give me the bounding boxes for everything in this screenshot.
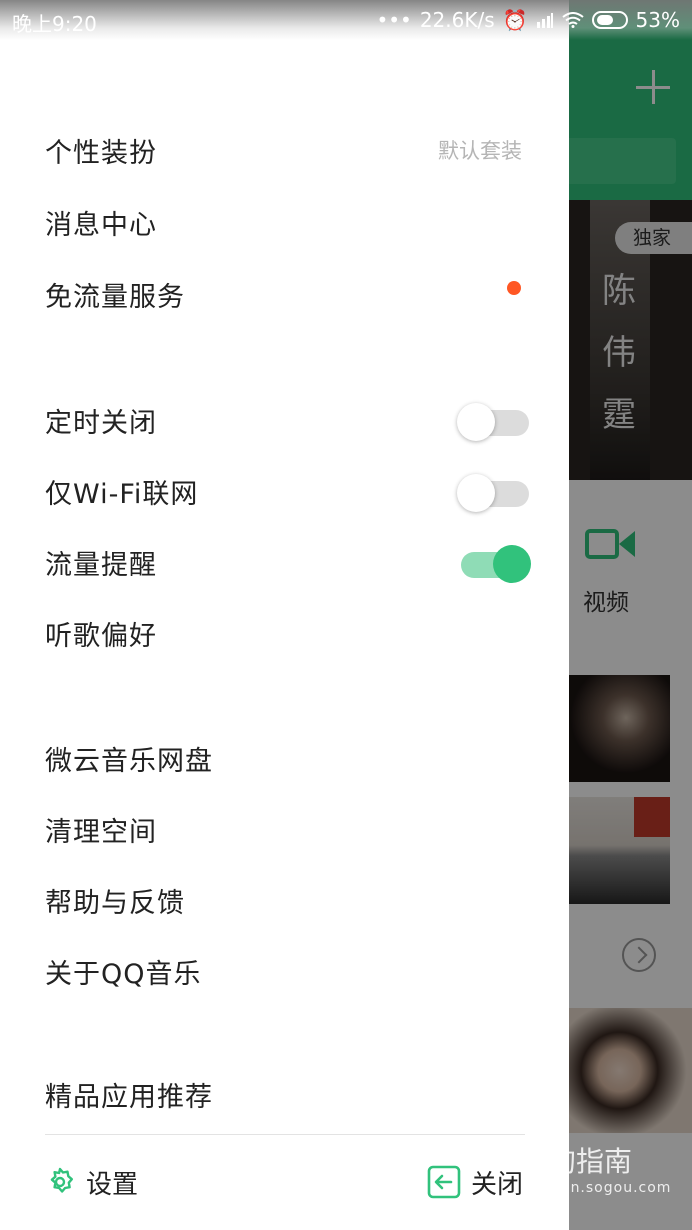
menu-item-listening-preference[interactable]: 听歌偏好 bbox=[45, 608, 530, 656]
settings-button[interactable]: 设置 bbox=[44, 1162, 138, 1202]
menu-item-label: 微云音乐网盘 bbox=[45, 746, 213, 777]
menu-item-label: 定时关闭 bbox=[45, 408, 157, 439]
status-bar: 晚上9:20 ••• 22.6K/s ⏰ 53% bbox=[0, 0, 692, 40]
menu-item-label: 个性装扮 bbox=[45, 138, 157, 169]
more-dots-icon: ••• bbox=[376, 8, 412, 32]
menu-item-label: 听歌偏好 bbox=[45, 621, 157, 652]
menu-item-help-feedback[interactable]: 帮助与反馈 bbox=[45, 875, 530, 923]
footer-divider bbox=[45, 1134, 525, 1135]
watermark-url: zhinan.sogou.com bbox=[528, 1180, 672, 1196]
menu-item-clear-space[interactable]: 清理空间 bbox=[45, 804, 530, 852]
menu-item-label: 帮助与反馈 bbox=[45, 888, 185, 919]
menu-item-personalize[interactable]: 个性装扮 默认套装 bbox=[45, 125, 530, 173]
watermark-text: 搜狗指南 bbox=[520, 1145, 633, 1178]
menu-item-label: 免流量服务 bbox=[45, 282, 185, 313]
close-button[interactable]: 关闭 bbox=[427, 1162, 523, 1202]
menu-item-about[interactable]: 关于QQ音乐 bbox=[45, 946, 530, 994]
exit-icon bbox=[427, 1165, 461, 1199]
menu-item-sleep-timer[interactable]: 定时关闭 bbox=[45, 395, 530, 443]
sleep-timer-toggle[interactable] bbox=[457, 403, 529, 441]
gear-icon bbox=[50, 1167, 73, 1193]
battery-percent: 53% bbox=[635, 8, 680, 32]
menu-item-cloud-disk[interactable]: 微云音乐网盘 bbox=[45, 733, 530, 781]
wifi-icon bbox=[561, 12, 584, 28]
data-alert-toggle[interactable] bbox=[457, 545, 531, 583]
menu-item-label: 清理空间 bbox=[45, 817, 157, 848]
notification-dot bbox=[507, 281, 521, 295]
current-theme-value: 默认套装 bbox=[438, 139, 522, 163]
battery-icon bbox=[591, 11, 628, 29]
menu-item-label: 仅Wi-Fi联网 bbox=[45, 479, 199, 510]
signal-icon bbox=[536, 13, 553, 28]
menu-item-free-data[interactable]: 免流量服务 bbox=[45, 269, 530, 317]
settings-label: 设置 bbox=[86, 1169, 139, 1200]
menu-item-label: 精品应用推荐 bbox=[45, 1082, 213, 1113]
menu-item-label: 流量提醒 bbox=[45, 550, 157, 581]
network-speed: 22.6K/s bbox=[419, 8, 495, 32]
wifi-only-toggle[interactable] bbox=[457, 474, 529, 512]
close-label: 关闭 bbox=[471, 1169, 524, 1200]
menu-item-recommended-apps[interactable]: 精品应用推荐 bbox=[45, 1069, 530, 1117]
menu-item-messages[interactable]: 消息中心 bbox=[45, 197, 530, 245]
menu-item-label: 消息中心 bbox=[45, 210, 157, 241]
side-drawer: 个性装扮 默认套装 消息中心 免流量服务 定时关闭 仅Wi-Fi联网 流量提醒 … bbox=[0, 0, 569, 1230]
menu-item-wifi-only[interactable]: 仅Wi-Fi联网 bbox=[45, 466, 530, 514]
status-time: 晚上9:20 bbox=[12, 12, 97, 36]
menu-item-label: 关于QQ音乐 bbox=[45, 959, 202, 990]
alarm-icon: ⏰ bbox=[502, 8, 528, 32]
menu-item-data-alert[interactable]: 流量提醒 bbox=[45, 537, 531, 585]
watermark: 搜狗指南 zhinan.sogou.com bbox=[520, 1140, 671, 1196]
